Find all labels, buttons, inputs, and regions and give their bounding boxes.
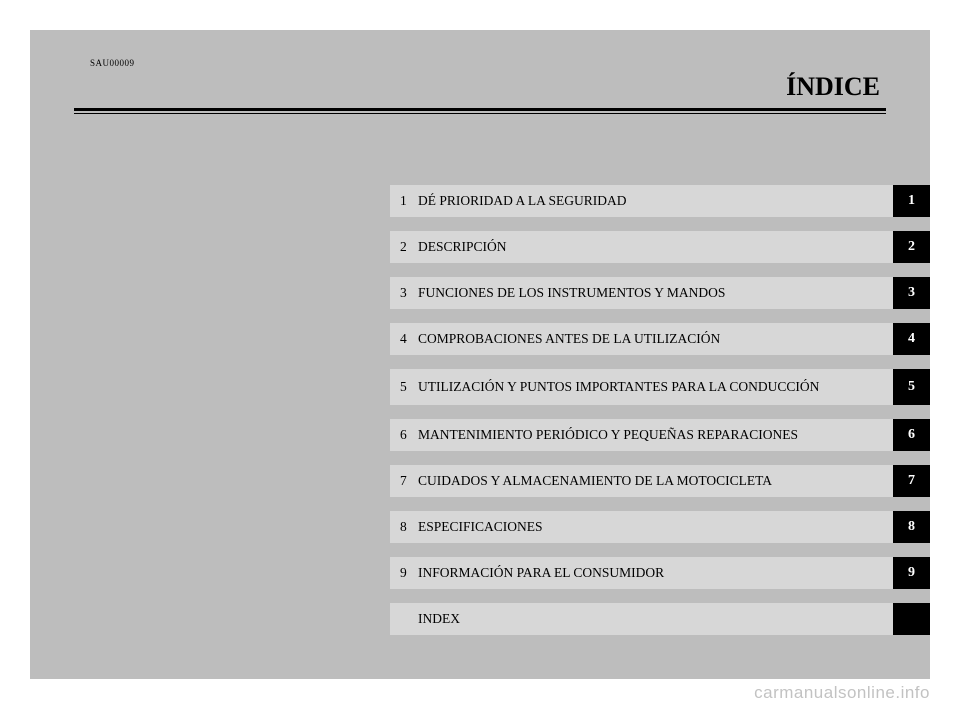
toc-label: ESPECIFICACIONES xyxy=(418,519,543,535)
toc-number: 1 xyxy=(400,193,418,209)
toc-item: INDEX xyxy=(390,603,893,635)
document-id: SAU00009 xyxy=(90,58,135,68)
toc-number: 7 xyxy=(400,473,418,489)
toc-label: MANTENIMIENTO PERIÓDICO Y PEQUEÑAS REPAR… xyxy=(418,427,798,443)
toc-row[interactable]: 7 CUIDADOS Y ALMACENAMIENTO DE LA MOTOCI… xyxy=(390,465,930,497)
toc-row[interactable]: 8 ESPECIFICACIONES 8 xyxy=(390,511,930,543)
toc-label: CUIDADOS Y ALMACENAMIENTO DE LA MOTOCICL… xyxy=(418,473,772,489)
toc-number: 3 xyxy=(400,285,418,301)
toc-row[interactable]: 4 COMPROBACIONES ANTES DE LA UTILIZACIÓN… xyxy=(390,323,930,355)
toc-number: 9 xyxy=(400,565,418,581)
toc-number: 4 xyxy=(400,331,418,347)
toc-tab: 9 xyxy=(893,557,930,589)
toc-row[interactable]: 5 UTILIZACIÓN Y PUNTOS IMPORTANTES PARA … xyxy=(390,369,930,405)
toc-item: 3 FUNCIONES DE LOS INSTRUMENTOS Y MANDOS xyxy=(390,277,893,309)
toc-item: 2 DESCRIPCIÓN xyxy=(390,231,893,263)
toc-tab xyxy=(893,603,930,635)
toc-tab: 5 xyxy=(893,369,930,405)
toc-row[interactable]: 6 MANTENIMIENTO PERIÓDICO Y PEQUEÑAS REP… xyxy=(390,419,930,451)
watermark: carmanualsonline.info xyxy=(754,683,930,703)
toc-item: 8 ESPECIFICACIONES xyxy=(390,511,893,543)
toc-item: 1 DÉ PRIORIDAD A LA SEGURIDAD xyxy=(390,185,893,217)
table-of-contents: 1 DÉ PRIORIDAD A LA SEGURIDAD 1 2 DESCRI… xyxy=(390,185,930,637)
toc-number: 8 xyxy=(400,519,418,535)
toc-label: INFORMACIÓN PARA EL CONSUMIDOR xyxy=(418,565,664,581)
toc-label: DESCRIPCIÓN xyxy=(418,239,507,255)
toc-row[interactable]: 3 FUNCIONES DE LOS INSTRUMENTOS Y MANDOS… xyxy=(390,277,930,309)
toc-tab: 4 xyxy=(893,323,930,355)
title-rule-thin xyxy=(74,113,886,114)
toc-tab: 1 xyxy=(893,185,930,217)
toc-tab: 6 xyxy=(893,419,930,451)
toc-row[interactable]: 1 DÉ PRIORIDAD A LA SEGURIDAD 1 xyxy=(390,185,930,217)
toc-item: 7 CUIDADOS Y ALMACENAMIENTO DE LA MOTOCI… xyxy=(390,465,893,497)
toc-number: 5 xyxy=(400,379,418,395)
toc-item: 6 MANTENIMIENTO PERIÓDICO Y PEQUEÑAS REP… xyxy=(390,419,893,451)
page: SAU00009 ÍNDICE 1 DÉ PRIORIDAD A LA SEGU… xyxy=(0,0,960,709)
toc-tab: 8 xyxy=(893,511,930,543)
toc-label: INDEX xyxy=(418,611,460,627)
title-rule-thick xyxy=(74,108,886,111)
toc-item: 5 UTILIZACIÓN Y PUNTOS IMPORTANTES PARA … xyxy=(390,369,893,405)
toc-tab: 3 xyxy=(893,277,930,309)
toc-label: FUNCIONES DE LOS INSTRUMENTOS Y MANDOS xyxy=(418,285,725,301)
toc-row[interactable]: INDEX xyxy=(390,603,930,635)
toc-number: 2 xyxy=(400,239,418,255)
toc-row[interactable]: 9 INFORMACIÓN PARA EL CONSUMIDOR 9 xyxy=(390,557,930,589)
toc-number: 6 xyxy=(400,427,418,443)
toc-tab: 7 xyxy=(893,465,930,497)
toc-row[interactable]: 2 DESCRIPCIÓN 2 xyxy=(390,231,930,263)
toc-tab: 2 xyxy=(893,231,930,263)
toc-item: 9 INFORMACIÓN PARA EL CONSUMIDOR xyxy=(390,557,893,589)
sheet: SAU00009 ÍNDICE 1 DÉ PRIORIDAD A LA SEGU… xyxy=(30,30,930,679)
toc-label: DÉ PRIORIDAD A LA SEGURIDAD xyxy=(418,193,627,209)
page-title: ÍNDICE xyxy=(74,64,886,102)
toc-label: COMPROBACIONES ANTES DE LA UTILIZACIÓN xyxy=(418,331,720,347)
toc-item: 4 COMPROBACIONES ANTES DE LA UTILIZACIÓN xyxy=(390,323,893,355)
toc-label: UTILIZACIÓN Y PUNTOS IMPORTANTES PARA LA… xyxy=(418,379,819,395)
